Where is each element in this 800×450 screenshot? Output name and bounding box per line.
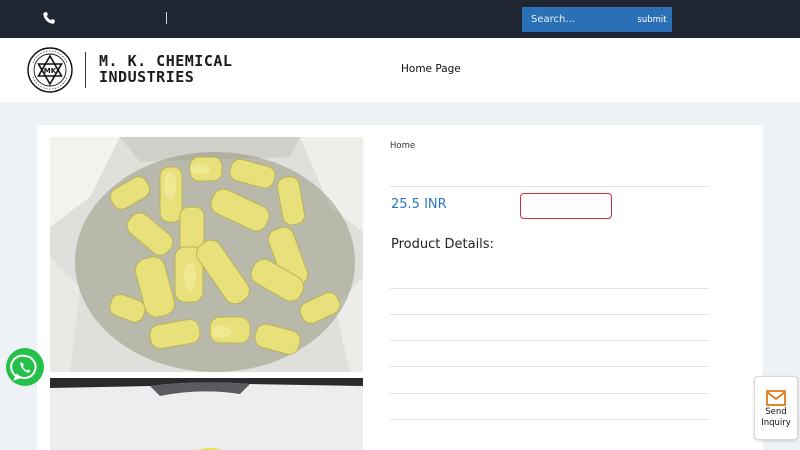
product-details-heading: Product Details:	[391, 237, 494, 252]
phone-icon[interactable]	[42, 11, 56, 25]
details-row-divider	[390, 393, 709, 394]
breadcrumb-home[interactable]: Home	[390, 141, 415, 151]
send-inquiry-label-line1: Send	[765, 407, 787, 417]
mail-icon	[766, 390, 786, 406]
search-input[interactable]	[522, 7, 632, 32]
product-price: 25.5 INR	[391, 197, 447, 212]
logo-divider	[85, 52, 86, 88]
search-submit-button[interactable]: submit	[632, 7, 672, 32]
product-image-secondary[interactable]	[50, 378, 363, 450]
top-bar: submit	[0, 0, 800, 38]
site-header: MK M. K. CHEMICAL INDUSTRIES Home Page	[0, 38, 800, 102]
price-inquiry-button[interactable]	[520, 193, 612, 219]
details-row-divider	[390, 340, 709, 341]
search-form: submit	[522, 7, 672, 32]
whatsapp-button[interactable]	[6, 348, 44, 386]
divider	[390, 186, 709, 187]
topbar-divider	[166, 12, 167, 24]
whatsapp-icon	[10, 354, 37, 381]
company-logo[interactable]: MK	[27, 41, 73, 99]
details-row-divider	[390, 314, 709, 315]
brand-line-2: INDUSTRIES	[99, 68, 195, 86]
nav-home-page-link[interactable]: Home Page	[401, 63, 461, 75]
brand-line-1: M. K. CHEMICAL	[99, 52, 233, 70]
send-inquiry-label: Send Inquiry	[755, 407, 797, 429]
svg-text:MK: MK	[44, 67, 57, 75]
product-image-main[interactable]	[50, 137, 363, 372]
details-row-divider	[390, 366, 709, 367]
details-row-divider	[390, 419, 709, 420]
send-inquiry-widget[interactable]: Send Inquiry	[754, 376, 798, 440]
brand-name[interactable]: M. K. CHEMICAL INDUSTRIES	[99, 53, 232, 85]
send-inquiry-label-line2: Inquiry	[761, 418, 791, 428]
details-row-divider	[390, 288, 709, 289]
